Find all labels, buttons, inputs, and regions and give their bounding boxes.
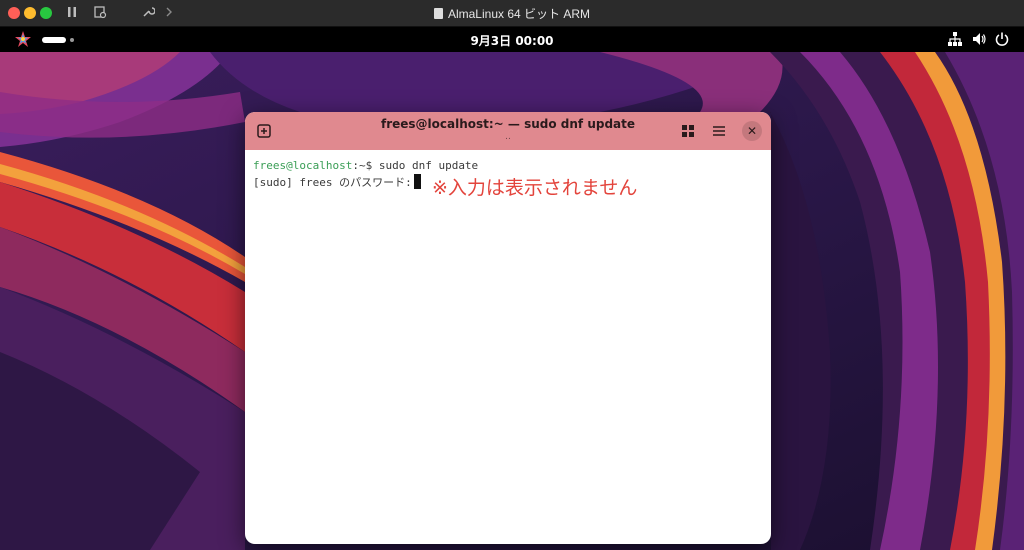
tab-overview-button[interactable] <box>678 121 698 141</box>
vm-window-title: AlmaLinux 64 ビット ARM <box>0 5 1024 22</box>
prompt-separator: :~$ <box>352 159 379 172</box>
text-cursor <box>413 174 421 189</box>
speaker-icon[interactable] <box>971 31 987 52</box>
close-icon: ✕ <box>746 124 758 138</box>
terminal-output[interactable]: frees@localhost:~$ sudo dnf update [sudo… <box>253 157 763 537</box>
grid-icon <box>682 125 694 137</box>
terminal-close-button[interactable]: ✕ <box>742 121 762 141</box>
main-menu-button[interactable] <box>709 121 729 141</box>
clock[interactable]: 9月3日 00:00 <box>0 32 1024 49</box>
hamburger-menu-icon <box>713 126 725 136</box>
terminal-line-command: frees@localhost:~$ sudo dnf update <box>253 157 763 174</box>
power-icon[interactable] <box>994 31 1010 52</box>
gnome-top-bar: 9月3日 00:00 <box>0 27 1024 52</box>
terminal-header-bar[interactable]: frees@localhost:~ — sudo dnf update .. ✕ <box>245 112 771 150</box>
network-wired-icon[interactable] <box>947 31 963 52</box>
document-icon <box>433 8 443 19</box>
command-text: sudo dnf update <box>378 159 479 172</box>
vm-host-title-bar: AlmaLinux 64 ビット ARM <box>0 0 1024 27</box>
prompt-user: frees@localhost <box>253 159 353 172</box>
annotation-note: ※入力は表示されません <box>432 177 638 199</box>
password-prompt: [sudo] frees のパスワード: <box>253 176 412 189</box>
